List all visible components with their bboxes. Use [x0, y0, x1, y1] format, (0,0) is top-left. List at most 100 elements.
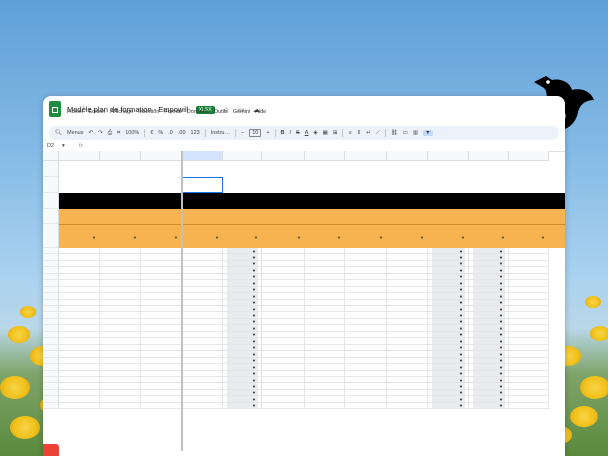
cell-dropdown-icon[interactable]: ▼ — [459, 390, 463, 395]
cell-dropdown-icon[interactable]: ▼ — [459, 371, 463, 376]
cell-dropdown-icon[interactable]: ▼ — [252, 268, 256, 273]
cell-dropdown-icon[interactable]: ▼ — [499, 332, 503, 337]
cell-dropdown-icon[interactable]: ▼ — [499, 378, 503, 383]
column-header-i[interactable] — [387, 151, 428, 161]
row-header[interactable] — [43, 177, 59, 193]
cell-dropdown-icon[interactable]: ▼ — [252, 300, 256, 305]
vertical-align-icon[interactable]: ⇕ — [357, 130, 362, 136]
row-header[interactable] — [43, 161, 59, 177]
sheets-logo-icon[interactable] — [49, 101, 61, 117]
frozen-column-divider[interactable] — [181, 151, 183, 451]
cell-dropdown-icon[interactable]: ▼ — [252, 378, 256, 383]
row-header[interactable] — [43, 402, 59, 410]
bold-button[interactable]: B — [281, 130, 285, 136]
cell[interactable] — [182, 402, 223, 410]
text-rotation-icon[interactable]: ⟋ — [376, 130, 380, 137]
column-header-d[interactable] — [182, 151, 223, 161]
number-format-button[interactable]: 123 — [191, 130, 200, 136]
borders-icon[interactable]: ▦ — [323, 130, 328, 136]
cell-dropdown-icon[interactable]: ▼ — [459, 345, 463, 350]
row-header[interactable] — [43, 224, 59, 248]
column-header-b[interactable] — [100, 151, 141, 161]
cell-dropdown-icon[interactable]: ▼ — [252, 249, 256, 254]
insert-chart-icon[interactable]: ▥ — [413, 130, 418, 136]
insert-link-icon[interactable]: ⛓ — [391, 130, 398, 136]
cell-dropdown-icon[interactable]: ▼ — [252, 307, 256, 312]
cell-dropdown-icon[interactable]: ▼ — [252, 403, 256, 408]
cell-dropdown-icon[interactable]: ▼ — [252, 332, 256, 337]
cell-dropdown-icon[interactable]: ▼ — [459, 287, 463, 292]
cell-dropdown-icon[interactable]: ▼ — [499, 339, 503, 344]
redo-icon[interactable]: ↷ — [98, 130, 103, 136]
zoom-select[interactable]: 100% — [125, 130, 139, 136]
cell-dropdown-icon[interactable]: ▼ — [459, 274, 463, 279]
percent-format-button[interactable]: % — [158, 130, 163, 136]
cell-dropdown-icon[interactable]: ▼ — [459, 378, 463, 383]
cell-dropdown-icon[interactable]: ▼ — [499, 384, 503, 389]
cell-dropdown-icon[interactable]: ▼ — [499, 313, 503, 318]
column-header-k[interactable] — [469, 151, 509, 161]
menu-0[interactable]: Fichier — [67, 109, 84, 115]
font-size-input[interactable]: 10 — [249, 129, 262, 137]
column-header-h[interactable] — [345, 151, 387, 161]
name-box[interactable]: D2 — [47, 143, 54, 149]
cell-dropdown-icon[interactable]: ▼ — [459, 332, 463, 337]
cell-dropdown-icon[interactable]: ▼ — [459, 249, 463, 254]
cell-dropdown-icon[interactable]: ▼ — [459, 397, 463, 402]
cell-dropdown-icon[interactable]: ▼ — [499, 345, 503, 350]
cell-dropdown-icon[interactable]: ▼ — [459, 268, 463, 273]
text-wrap-icon[interactable]: ↵ — [366, 130, 371, 136]
text-color-button[interactable]: A — [305, 130, 309, 136]
column-header-l[interactable] — [509, 151, 549, 161]
cell-dropdown-icon[interactable]: ▼ — [459, 255, 463, 260]
filter-dropdown-icon[interactable]: ▼ — [92, 235, 96, 240]
select-all-corner[interactable] — [43, 151, 59, 161]
filter-icon[interactable]: ▼ — [423, 130, 433, 136]
search-menus-icon[interactable]: 🔍︎ — [55, 130, 62, 136]
cell-dropdown-icon[interactable]: ▼ — [252, 358, 256, 363]
selected-cell[interactable] — [182, 177, 223, 193]
filter-dropdown-icon[interactable]: ▼ — [215, 235, 219, 240]
cell-dropdown-icon[interactable]: ▼ — [252, 287, 256, 292]
menu-3[interactable]: Insertion — [138, 109, 159, 115]
column-header-f[interactable] — [262, 151, 305, 161]
increase-decimal-button[interactable]: .00 — [178, 130, 186, 136]
strikethrough-button[interactable]: S — [296, 130, 300, 136]
print-icon[interactable]: ⎙ — [108, 130, 112, 137]
cell-dropdown-icon[interactable]: ▼ — [252, 319, 256, 324]
menus-search-label[interactable]: Menus — [67, 130, 84, 136]
filter-dropdown-icon[interactable]: ▼ — [461, 235, 465, 240]
merge-cells-icon[interactable]: ⊞ — [333, 130, 338, 136]
cell-dropdown-icon[interactable]: ▼ — [459, 261, 463, 266]
currency-format-button[interactable]: € — [150, 130, 153, 136]
cell[interactable] — [345, 402, 387, 410]
italic-button[interactable]: I — [290, 130, 292, 136]
cell-dropdown-icon[interactable]: ▼ — [252, 261, 256, 266]
cell-dropdown-icon[interactable]: ▼ — [252, 326, 256, 331]
cell-dropdown-icon[interactable]: ▼ — [459, 281, 463, 286]
cell-dropdown-icon[interactable]: ▼ — [499, 300, 503, 305]
cell[interactable] — [262, 402, 305, 410]
fill-color-icon[interactable]: ◈ — [313, 130, 317, 136]
filter-dropdown-icon[interactable]: ▼ — [133, 235, 137, 240]
cell-dropdown-icon[interactable]: ▼ — [252, 371, 256, 376]
cell[interactable] — [59, 402, 100, 410]
filter-dropdown-icon[interactable]: ▼ — [420, 235, 424, 240]
filter-dropdown-icon[interactable]: ▼ — [541, 235, 545, 240]
cell-dropdown-icon[interactable]: ▼ — [459, 326, 463, 331]
cell-dropdown-icon[interactable]: ▼ — [252, 365, 256, 370]
cell-dropdown-icon[interactable]: ▼ — [459, 339, 463, 344]
cell-dropdown-icon[interactable]: ▼ — [252, 352, 256, 357]
menu-5[interactable]: Données — [187, 109, 209, 115]
cell-dropdown-icon[interactable]: ▼ — [499, 403, 503, 408]
row-header[interactable] — [43, 209, 59, 224]
cell-dropdown-icon[interactable]: ▼ — [459, 300, 463, 305]
cell-dropdown-icon[interactable]: ▼ — [499, 352, 503, 357]
cell-dropdown-icon[interactable]: ▼ — [499, 249, 503, 254]
cell-dropdown-icon[interactable]: ▼ — [252, 384, 256, 389]
cell-dropdown-icon[interactable]: ▼ — [252, 255, 256, 260]
column-header-e[interactable] — [223, 151, 262, 161]
menu-6[interactable]: Outils — [214, 109, 228, 115]
column-header-j[interactable] — [428, 151, 469, 161]
cell-dropdown-icon[interactable]: ▼ — [499, 294, 503, 299]
